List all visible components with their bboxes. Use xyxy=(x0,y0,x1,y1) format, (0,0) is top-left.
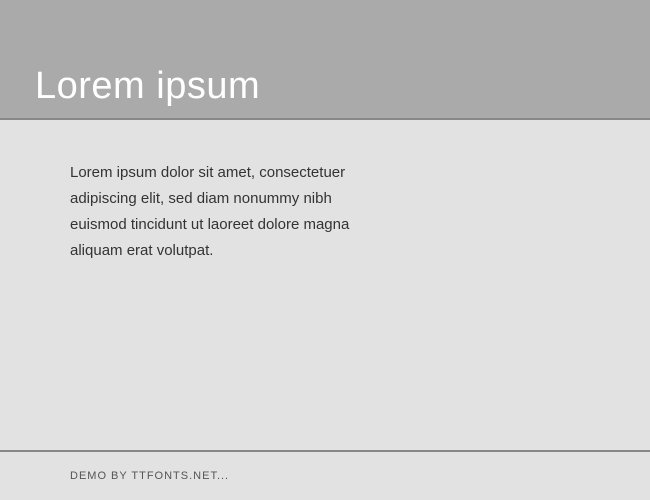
header-banner: Lorem ipsum xyxy=(0,0,650,120)
footer-bar: Demo by ttfonts.net... xyxy=(0,450,650,500)
body-paragraph: Lorem ipsum dolor sit amet, consectetuer… xyxy=(70,160,380,264)
page-title: Lorem ipsum xyxy=(35,65,260,108)
main-content: Lorem ipsum dolor sit amet, consectetuer… xyxy=(0,120,650,450)
footer-credit: Demo by ttfonts.net... xyxy=(70,470,229,482)
